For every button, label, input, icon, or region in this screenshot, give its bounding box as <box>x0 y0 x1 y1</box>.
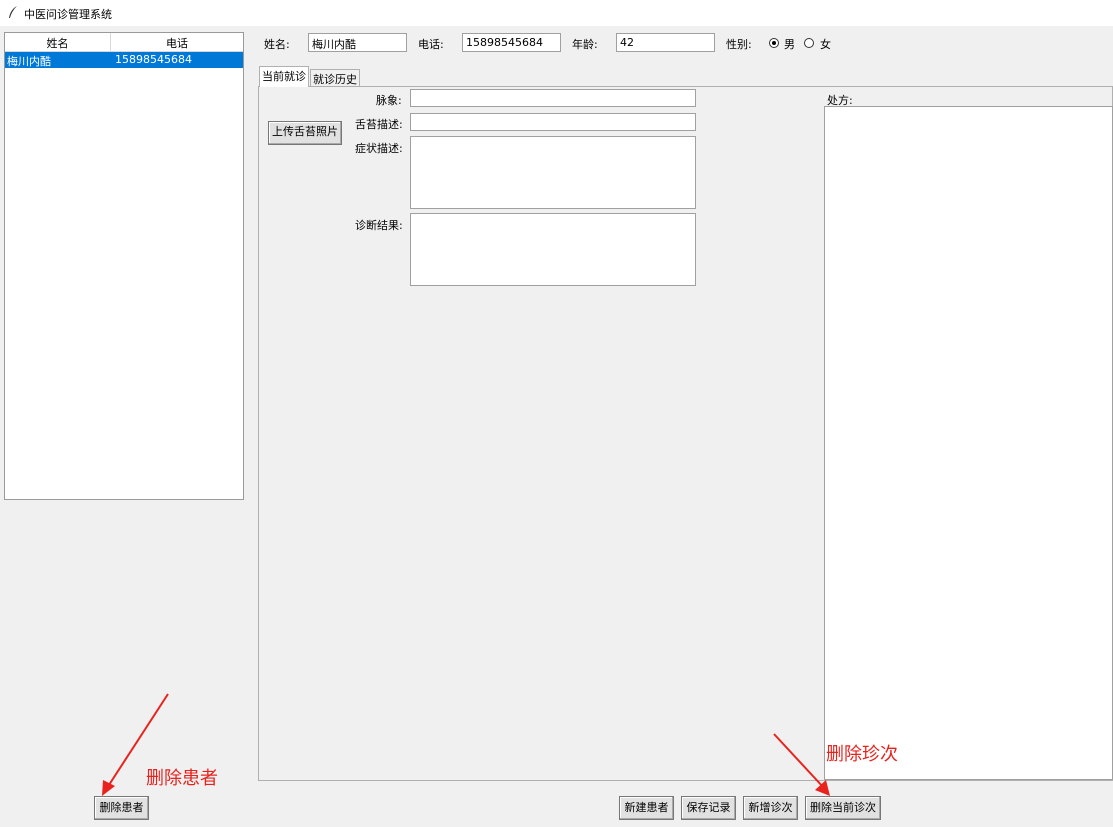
annotation-delete-visit-text: 删除珍次 <box>826 744 898 765</box>
symptom-field[interactable] <box>410 136 696 209</box>
title-bar <box>0 0 1113 26</box>
diagnosis-label: 诊断结果: <box>355 219 403 232</box>
new-patient-button[interactable]: 新建患者 <box>619 796 674 820</box>
save-record-button[interactable]: 保存记录 <box>681 796 736 820</box>
gender-label: 性别: <box>726 38 752 51</box>
age-label: 年龄: <box>572 38 598 51</box>
phone-label: 电话: <box>418 38 444 51</box>
column-header-name[interactable]: 姓名 <box>5 35 110 50</box>
column-header-phone[interactable]: 电话 <box>111 35 243 50</box>
phone-field[interactable]: 15898545684 <box>462 33 561 52</box>
patient-list-header: 姓名 电话 <box>5 33 243 52</box>
gender-option-female[interactable]: 女 <box>820 36 831 52</box>
patient-row-name: 梅川内酷 <box>7 55 51 68</box>
pulse-field[interactable] <box>410 89 696 107</box>
gender-radio-male[interactable] <box>769 38 779 48</box>
window-title: 中医问诊管理系统 <box>24 8 112 21</box>
age-field[interactable]: 42 <box>616 33 715 52</box>
patient-row[interactable]: 梅川内酷 15898545684 <box>5 52 243 68</box>
prescription-field[interactable] <box>824 106 1113 780</box>
gender-option-male[interactable]: 男 <box>784 36 795 52</box>
tongue-label: 舌苔描述: <box>355 118 403 131</box>
tab-current-visit[interactable]: 当前就诊 <box>259 66 309 87</box>
name-label: 姓名: <box>264 38 290 51</box>
patient-row-phone: 15898545684 <box>115 53 192 66</box>
symptom-label: 症状描述: <box>355 142 403 155</box>
tongue-field[interactable] <box>410 113 696 131</box>
name-field[interactable]: 梅川内酷 <box>308 33 407 52</box>
annotation-delete-patient-text: 删除患者 <box>146 768 218 789</box>
feather-icon <box>9 6 17 18</box>
upload-tongue-photo-button[interactable]: 上传舌苔照片 <box>268 121 342 145</box>
diagnosis-field[interactable] <box>410 213 696 286</box>
patient-list[interactable]: 姓名 电话 梅川内酷 15898545684 <box>4 32 244 500</box>
gender-radio-female[interactable] <box>804 38 814 48</box>
pulse-label: 脉象: <box>376 94 402 107</box>
tab-visit-history[interactable]: 就诊历史 <box>310 69 360 86</box>
